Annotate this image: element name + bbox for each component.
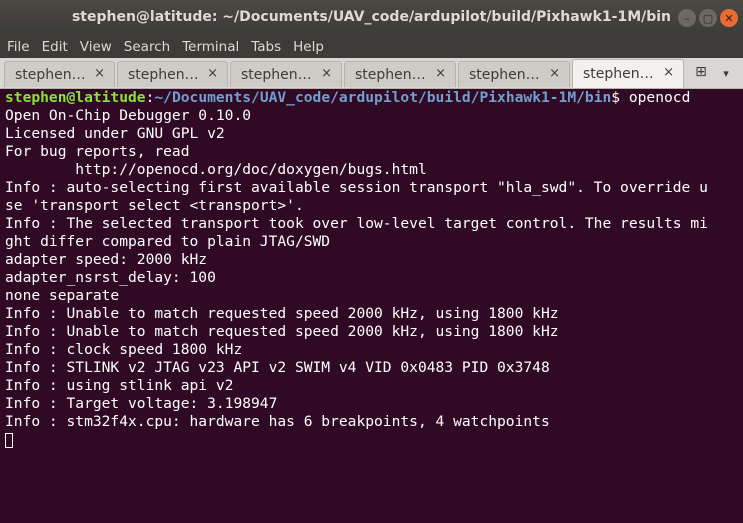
tab-close-icon[interactable]: × (549, 66, 560, 81)
output-line: Info : Unable to match requested speed 2… (5, 305, 559, 322)
prompt-user-host: stephen@latitude (5, 89, 146, 106)
menu-search[interactable]: Search (119, 39, 175, 55)
tab-close-icon[interactable]: × (663, 65, 674, 80)
text-cursor (5, 432, 13, 448)
tab-close-icon[interactable]: × (94, 66, 105, 81)
maximize-button[interactable]: ▢ (699, 9, 717, 27)
tab-menu-chevron-icon[interactable]: ▾ (716, 64, 736, 84)
tab-label: stephen… (469, 67, 540, 83)
output-line: Info : STLINK v2 JTAG v23 API v2 SWIM v4… (5, 359, 550, 376)
tab-label: stephen… (15, 67, 86, 83)
output-line: se 'transport select <transport>'. (5, 197, 304, 214)
output-line: For bug reports, read (5, 143, 190, 160)
output-line: ght differ compared to plain JTAG/SWD (5, 233, 331, 250)
output-line: Info : stm32f4x.cpu: hardware has 6 brea… (5, 413, 550, 430)
new-tab-icon[interactable]: ⊞ (690, 64, 712, 84)
output-line: Licensed under GNU GPL v2 (5, 125, 225, 142)
maximize-icon: ▢ (702, 11, 714, 25)
output-line: Info : auto-selecting first available se… (5, 179, 708, 196)
tab-6-active[interactable]: stephen… × (572, 59, 684, 88)
output-line: adapter_nsrst_delay: 100 (5, 269, 216, 286)
output-line: Info : Unable to match requested speed 2… (5, 323, 559, 340)
output-line: Info : Target voltage: 3.198947 (5, 395, 278, 412)
tab-close-icon[interactable]: × (207, 66, 218, 81)
minimize-button[interactable]: – (678, 9, 696, 27)
minimize-icon: – (684, 11, 690, 25)
prompt-path: ~/Documents/UAV_code/ardupilot/build/Pix… (154, 89, 612, 106)
close-icon: ✕ (724, 11, 734, 25)
prompt-command: openocd (628, 89, 691, 106)
close-window-button[interactable]: ✕ (720, 9, 738, 27)
menu-help[interactable]: Help (288, 39, 329, 55)
tab-5[interactable]: stephen… × (458, 61, 570, 87)
terminal-output[interactable]: stephen@latitude:~/Documents/UAV_code/ar… (0, 89, 743, 523)
prompt-line: stephen@latitude:~/Documents/UAV_code/ar… (5, 89, 743, 107)
menu-bar: File Edit View Search Terminal Tabs Help (0, 36, 743, 58)
tab-bar: stephen… × stephen… × stephen… × stephen… (0, 58, 743, 89)
menu-edit[interactable]: Edit (37, 39, 73, 55)
tab-4[interactable]: stephen… × (344, 61, 456, 87)
menu-file[interactable]: File (2, 39, 35, 55)
tab-label: stephen… (583, 66, 654, 82)
tab-close-icon[interactable]: × (321, 66, 332, 81)
output-line: adapter speed: 2000 kHz (5, 251, 208, 268)
tab-close-icon[interactable]: × (435, 66, 446, 81)
tab-1[interactable]: stephen… × (4, 61, 115, 87)
window-titlebar[interactable]: stephen@latitude: ~/Documents/UAV_code/a… (0, 0, 743, 36)
menu-terminal[interactable]: Terminal (177, 39, 244, 55)
menu-view[interactable]: View (75, 39, 117, 55)
output-line: Info : The selected transport took over … (5, 215, 708, 232)
output-line: none separate (5, 287, 120, 304)
tab-label: stephen… (128, 67, 199, 83)
output-line: Info : clock speed 1800 kHz (5, 341, 243, 358)
menu-tabs[interactable]: Tabs (246, 39, 286, 55)
window-title: stephen@latitude: ~/Documents/UAV_code/a… (71, 9, 672, 25)
prompt-dollar: $ (611, 89, 629, 106)
output-line: Info : using stlink api v2 (5, 377, 234, 394)
tab-2[interactable]: stephen… × (117, 61, 228, 87)
tab-3[interactable]: stephen… × (230, 61, 342, 87)
cursor-line (5, 431, 743, 449)
output-line: http://openocd.org/doc/doxygen/bugs.html (5, 161, 427, 178)
tab-label: stephen… (241, 67, 312, 83)
output-line: Open On-Chip Debugger 0.10.0 (5, 107, 252, 124)
tab-label: stephen… (355, 67, 426, 83)
